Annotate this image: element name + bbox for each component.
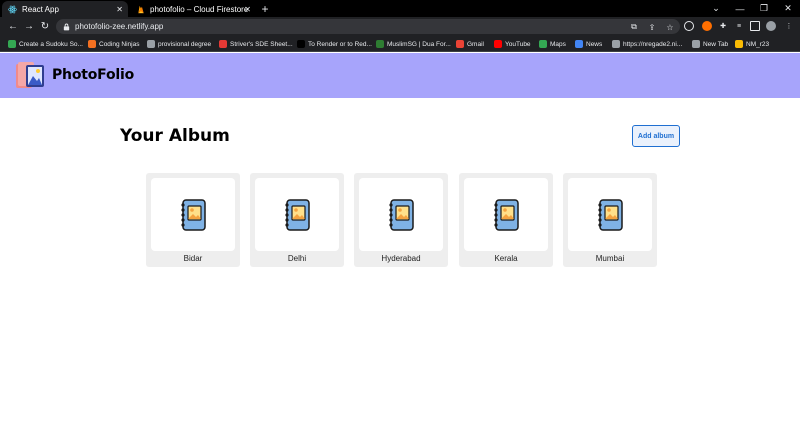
browser-tab-react-app[interactable]: React App ✕	[2, 1, 128, 17]
extension-orange-icon[interactable]	[702, 21, 712, 31]
bookmark-item[interactable]: News	[575, 39, 602, 49]
photo-album-icon	[389, 198, 414, 231]
album-card[interactable]: Delhi	[250, 173, 344, 267]
album-name: Delhi	[287, 254, 307, 263]
album-thumbnail	[464, 178, 548, 251]
profile-avatar-icon[interactable]	[766, 21, 776, 31]
bookmark-favicon-icon	[575, 40, 583, 48]
browser-toolbar: ← → ↻ photofolio-zee.netlify.app ⧉ ⇪ ☆ ✚…	[0, 17, 800, 36]
photo-album-icon	[598, 198, 623, 231]
album-thumbnail	[359, 178, 443, 251]
media-queue-icon[interactable]: ≡	[734, 21, 744, 31]
react-icon	[8, 5, 17, 14]
bookmark-item[interactable]: Create a Sudoku So...	[8, 39, 83, 49]
album-name: Hyderabad	[381, 254, 421, 263]
page-title: Your Album	[120, 126, 230, 146]
bookmark-item[interactable]: provisional degree	[147, 39, 211, 49]
album-thumbnail	[255, 178, 339, 251]
bookmark-favicon-icon	[88, 40, 96, 48]
browser-tab-strip: React App ✕ photofolio – Cloud Firestore…	[0, 0, 800, 17]
bookmark-favicon-icon	[8, 40, 16, 48]
tab-label: photofolio – Cloud Firestore – Fir	[150, 4, 250, 14]
minimize-button[interactable]: —	[728, 0, 752, 17]
bookmark-favicon-icon	[376, 40, 384, 48]
bookmark-favicon-icon	[494, 40, 502, 48]
bookmark-favicon-icon	[735, 40, 743, 48]
album-card[interactable]: Hyderabad	[354, 173, 448, 267]
photo-album-icon	[285, 198, 310, 231]
bookmark-item[interactable]: To Render or to Red...	[297, 39, 372, 49]
forward-arrow-icon[interactable]: →	[22, 19, 36, 33]
extension-shield-icon[interactable]	[684, 21, 694, 31]
bookmark-item[interactable]: Striver's SDE Sheet...	[219, 39, 293, 49]
app-header: PhotoFolio	[0, 53, 800, 98]
bookmark-favicon-icon	[147, 40, 155, 48]
url-text: photofolio-zee.netlify.app	[75, 22, 164, 31]
bookmark-item[interactable]: YouTube	[494, 39, 531, 49]
bookmark-favicon-icon	[539, 40, 547, 48]
install-app-icon[interactable]: ⧉	[628, 21, 640, 33]
add-album-button[interactable]: Add album	[632, 125, 680, 147]
back-arrow-icon[interactable]: ←	[6, 19, 20, 33]
lock-icon	[62, 23, 70, 31]
bookmark-star-icon[interactable]: ☆	[664, 21, 676, 33]
bookmark-favicon-icon	[456, 40, 464, 48]
firebase-icon	[136, 5, 145, 14]
chevron-down-icon[interactable]: ⌄	[704, 0, 728, 17]
share-icon[interactable]: ⇪	[646, 21, 658, 33]
side-panel-icon[interactable]	[750, 21, 760, 31]
album-card[interactable]: Kerala	[459, 173, 553, 267]
new-tab-button[interactable]: +	[258, 0, 272, 17]
photo-album-icon	[181, 198, 206, 231]
album-name: Bidar	[183, 254, 203, 263]
bookmark-favicon-icon	[219, 40, 227, 48]
album-name: Mumbai	[595, 254, 625, 263]
menu-kebab-icon[interactable]: ⋮	[784, 21, 794, 31]
puzzle-extensions-icon[interactable]: ✚	[718, 21, 728, 31]
tab-label: React App	[22, 4, 59, 14]
bookmark-favicon-icon	[297, 40, 305, 48]
close-tab-icon[interactable]: ✕	[244, 5, 251, 14]
bookmark-item[interactable]: NM_r23	[735, 39, 769, 49]
bookmark-item[interactable]: https://nregade2.ni...	[612, 39, 682, 49]
address-bar[interactable]: photofolio-zee.netlify.app ⧉ ⇪ ☆	[56, 19, 680, 34]
bookmark-item[interactable]: Coding Ninjas	[88, 39, 139, 49]
bookmark-item[interactable]: Maps	[539, 39, 566, 49]
bookmark-item[interactable]: New Tab	[692, 39, 728, 49]
bookmark-item[interactable]: Gmail	[456, 39, 484, 49]
window-close-button[interactable]: ✕	[776, 0, 800, 17]
album-name: Kerala	[494, 254, 518, 263]
album-thumbnail	[568, 178, 652, 251]
reload-icon[interactable]: ↻	[38, 19, 52, 33]
bookmark-favicon-icon	[692, 40, 700, 48]
photofolio-logo-icon[interactable]	[14, 61, 46, 91]
bookmarks-bar: Create a Sudoku So... Coding Ninjas prov…	[0, 36, 800, 52]
close-tab-icon[interactable]: ✕	[116, 5, 123, 14]
bookmark-item[interactable]: MuslimSG | Dua For...	[376, 39, 451, 49]
album-thumbnail	[151, 178, 235, 251]
photo-album-icon	[494, 198, 519, 231]
bookmark-favicon-icon	[612, 40, 620, 48]
album-card[interactable]: Bidar	[146, 173, 240, 267]
restore-button[interactable]: ❐	[752, 0, 776, 17]
album-card[interactable]: Mumbai	[563, 173, 657, 267]
brand-title[interactable]: PhotoFolio	[52, 67, 134, 83]
album-grid: Bidar Delhi Hyderabad Kerala Mumbai	[146, 173, 666, 267]
browser-tab-firestore[interactable]: photofolio – Cloud Firestore – Fir ✕	[130, 1, 256, 17]
